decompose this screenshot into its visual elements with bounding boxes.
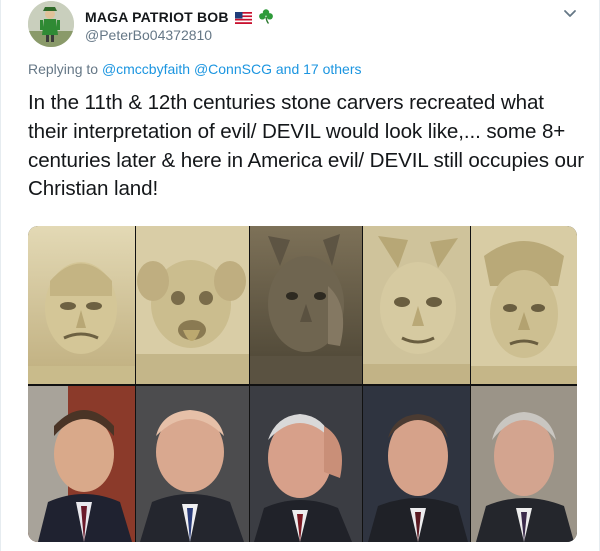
- shamrock-icon: [258, 8, 274, 27]
- stone-gargoyle-1-image: [28, 226, 135, 384]
- us-flag-icon: [234, 11, 252, 27]
- mention-link-1[interactable]: @cmccbyfaith: [102, 61, 190, 77]
- collage-image: [28, 226, 577, 542]
- tweet-media-image[interactable]: [28, 226, 577, 542]
- author-display-name[interactable]: MAGA PATRIOT BOB: [85, 9, 229, 25]
- portrait-4-image: [363, 386, 470, 542]
- profile-photo-figure-icon: [28, 1, 74, 47]
- tweet-text: In the 11th & 12th centuries stone carve…: [28, 91, 584, 201]
- portrait-1-image: [28, 386, 135, 542]
- stone-gargoyle-5-image: [471, 226, 577, 384]
- author-avatar[interactable]: [28, 1, 74, 47]
- chevron-down-icon: [564, 10, 576, 17]
- author-handle[interactable]: @PeterBo04372810: [85, 27, 212, 43]
- stone-gargoyle-2-image: [136, 226, 249, 384]
- and-label[interactable]: and: [276, 61, 299, 77]
- tweet-card: MAGA PATRIOT BOB @PeterBo04372810 Replyi…: [0, 0, 600, 551]
- stone-gargoyle-4-image: [363, 226, 470, 384]
- replying-to-prefix: Replying to: [28, 61, 99, 77]
- author-name-row[interactable]: MAGA PATRIOT BOB: [85, 8, 274, 27]
- portrait-5-image: [471, 386, 577, 542]
- portrait-3-image: [250, 386, 362, 542]
- stone-gargoyle-3-image: [250, 226, 362, 384]
- portrait-2-image: [136, 386, 249, 542]
- tweet-menu-button[interactable]: [561, 7, 579, 21]
- others-link[interactable]: 17 others: [303, 61, 361, 77]
- replying-to-line: Replying to @cmccbyfaith @ConnSCG and 17…: [28, 61, 362, 77]
- mention-link-2[interactable]: @ConnSCG: [194, 61, 272, 77]
